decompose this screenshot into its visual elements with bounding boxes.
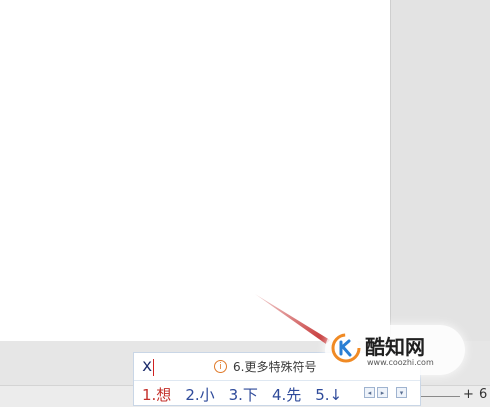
special-symbols-label: 6.更多特殊符号: [233, 360, 317, 374]
candidate-item[interactable]: 3.下: [229, 384, 258, 405]
watermark-title: 酷知网: [365, 335, 425, 359]
candidate-item[interactable]: 2.小: [185, 384, 214, 405]
zoom-in-button[interactable]: +: [463, 387, 474, 402]
text-caret: [153, 359, 154, 376]
next-page-button[interactable]: ▸: [377, 387, 388, 398]
info-icon: i: [214, 360, 227, 373]
workspace-background: [392, 0, 490, 341]
zoom-slider-track[interactable]: [420, 396, 460, 397]
candidate-item[interactable]: 1.想: [142, 384, 171, 405]
special-symbols-hint[interactable]: i 6.更多特殊符号: [214, 358, 316, 375]
ime-composition-text: x: [142, 356, 153, 376]
ime-candidate-list: 1.想 2.小 3.下 4.先 5.↓: [142, 384, 356, 405]
zoom-value: 6: [479, 387, 488, 402]
prev-page-button[interactable]: ◂: [364, 387, 375, 398]
candidate-item[interactable]: 5.↓: [315, 386, 342, 404]
watermark-url: www.coozhi.com: [367, 358, 434, 367]
ime-menu-dropdown-button[interactable]: ▾: [396, 387, 407, 398]
coozhi-logo-icon: [331, 333, 361, 363]
ime-page-nav: ◂ ▸ ▾: [364, 387, 407, 398]
candidate-item[interactable]: 4.先: [272, 384, 301, 405]
watermark: 酷知网 www.coozhi.com: [325, 325, 465, 375]
